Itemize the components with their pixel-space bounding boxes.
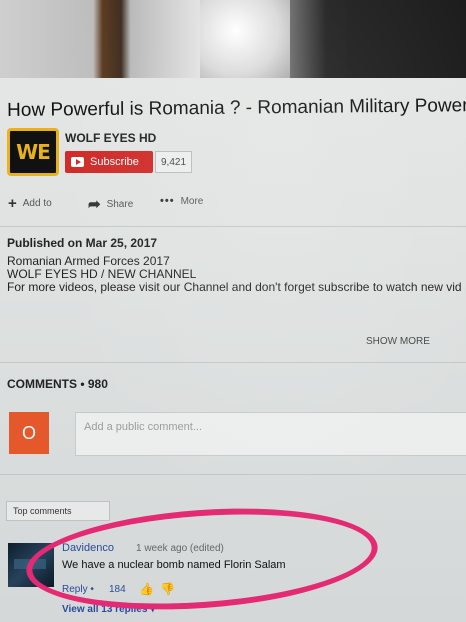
show-more-button[interactable]: SHOW MORE [366, 336, 430, 347]
thumbs-up-icon[interactable]: 👍 [139, 582, 154, 596]
reply-button[interactable]: Reply • [62, 584, 94, 595]
subscribe-button[interactable]: Subscribe [65, 151, 153, 173]
channel-logo[interactable]: WE [7, 128, 59, 176]
add-to-button[interactable]: + Add to [8, 195, 52, 212]
comment-text: We have a nuclear bomb named Florin Sala… [62, 559, 286, 571]
published-date: Published on Mar 25, 2017 [7, 236, 158, 250]
video-player[interactable] [0, 0, 466, 78]
comments-header: COMMENTS • 980 [7, 377, 108, 391]
video-description: Romanian Armed Forces 2017 WOLF EYES HD … [7, 255, 462, 294]
video-actions: + Add to ➦ Share ••• More [8, 195, 268, 215]
youtube-mobile-page: How Powerful is Romania ? - Romanian Mil… [0, 0, 466, 622]
like-count: 184 [109, 584, 126, 595]
chevron-down-icon: ▾ [150, 604, 156, 615]
dots-icon: ••• [160, 195, 175, 207]
comment-author-avatar[interactable] [8, 543, 54, 587]
user-avatar: O [9, 412, 49, 454]
description-line: For more videos, please visit our Channe… [7, 280, 462, 294]
divider [0, 362, 466, 363]
subscriber-count: 9,421 [155, 151, 193, 173]
video-title: How Powerful is Romania ? - Romanian Mil… [7, 95, 466, 121]
comment-input[interactable]: Add a public comment... [75, 412, 466, 456]
channel-logo-text: WE [16, 140, 51, 164]
view-replies-link[interactable]: View all 13 replies ▾ [62, 604, 155, 615]
more-button[interactable]: ••• More [160, 195, 203, 207]
divider [0, 474, 466, 475]
share-button[interactable]: ➦ Share [88, 195, 133, 213]
comment-author[interactable]: Davidenco [62, 542, 114, 554]
sort-comments-dropdown[interactable]: Top comments [6, 501, 110, 521]
share-arrow-icon: ➦ [88, 196, 101, 213]
channel-name[interactable]: WOLF EYES HD [65, 131, 156, 145]
subscribe-label: Subscribe [90, 156, 139, 168]
youtube-play-icon [71, 157, 84, 167]
plus-icon: + [8, 195, 17, 212]
comment-time: 1 week ago (edited) [136, 543, 224, 554]
divider [0, 226, 466, 227]
thumbs-down-icon[interactable]: 👎 [160, 582, 175, 596]
